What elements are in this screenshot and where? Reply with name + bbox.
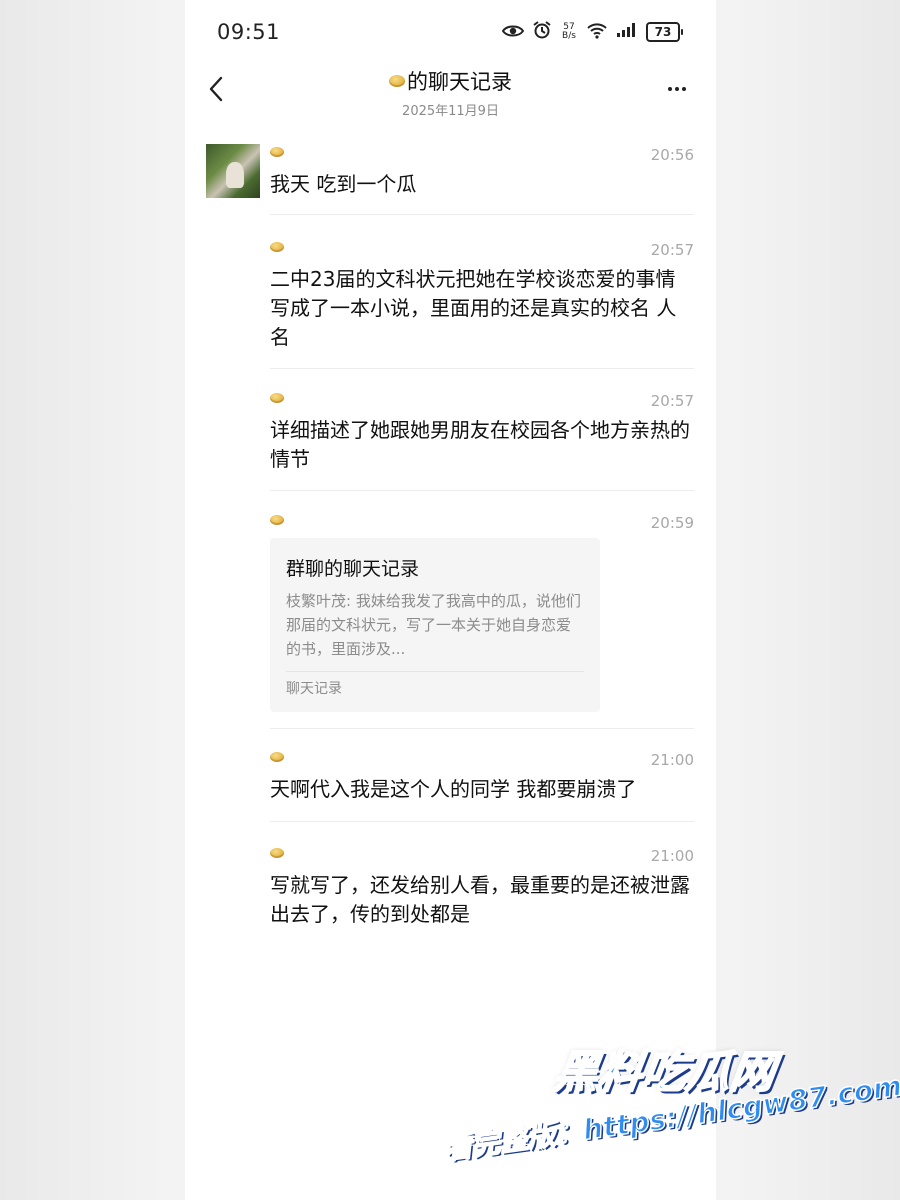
card-title: 群聊的聊天记录 bbox=[286, 558, 420, 580]
phone-screen: 09:51 57 B/s 73 的聊天记录 2025年11月9日 20:56 我… bbox=[185, 0, 716, 1200]
sender-name-emoji-icon bbox=[270, 515, 284, 525]
message-text: 二中23届的文科状元把她在学校谈恋爱的事情写成了一本小说，里面用的还是真实的校名… bbox=[270, 267, 677, 349]
message-time: 20:56 bbox=[650, 146, 694, 164]
sender-name-emoji-icon bbox=[270, 393, 284, 403]
message-time: 21:00 bbox=[650, 847, 694, 865]
sender-name-emoji-icon bbox=[270, 147, 284, 157]
sender-name-emoji-icon bbox=[270, 242, 284, 252]
message-header: 20:57 bbox=[270, 237, 694, 259]
message-header: 20:57 bbox=[270, 388, 694, 410]
signal-icon bbox=[616, 22, 638, 42]
status-icons: 57 B/s 73 bbox=[501, 20, 683, 44]
message-header: 20:56 bbox=[270, 142, 694, 164]
message-divider bbox=[270, 490, 694, 491]
card-footer: 聊天记录 bbox=[286, 681, 342, 697]
page-title: 的聊天记录 bbox=[389, 66, 512, 96]
record-date: 2025年11月9日 bbox=[402, 104, 499, 119]
coin-emoji-icon bbox=[389, 75, 405, 87]
message-time: 20:57 bbox=[650, 241, 694, 259]
chat-record-header: 的聊天记录 2025年11月9日 bbox=[185, 62, 716, 124]
battery-icon: 73 bbox=[646, 22, 683, 42]
message-item: 20:59 bbox=[270, 510, 694, 532]
avatar[interactable] bbox=[206, 144, 260, 198]
message-time: 21:00 bbox=[650, 751, 694, 769]
wifi-icon bbox=[586, 21, 608, 43]
more-dot-icon bbox=[668, 87, 672, 91]
message-divider bbox=[270, 214, 694, 215]
message-time: 20:57 bbox=[650, 392, 694, 410]
message-header: 21:00 bbox=[270, 747, 694, 769]
message-time: 20:59 bbox=[650, 514, 694, 532]
sender-name-emoji-icon bbox=[270, 752, 284, 762]
message-text: 我天 吃到一个瓜 bbox=[270, 172, 417, 196]
status-bar: 09:51 57 B/s 73 bbox=[185, 0, 716, 62]
screenshot-stage: 09:51 57 B/s 73 的聊天记录 2025年11月9日 20:56 我… bbox=[0, 0, 900, 1200]
message-text: 详细描述了她跟她男朋友在校园各个地方亲热的情节 bbox=[270, 418, 690, 471]
message-item[interactable]: 20:57 二中23届的文科状元把她在学校谈恋爱的事情写成了一本小说，里面用的还… bbox=[270, 237, 694, 352]
card-preview: 枝繁叶茂: 我妹给我发了我高中的瓜，说他们那届的文科状元，写了一本关于她自身恋爱… bbox=[286, 592, 581, 658]
more-options-button[interactable] bbox=[660, 76, 694, 102]
page-title-text: 的聊天记录 bbox=[407, 70, 512, 94]
message-item[interactable]: 21:00 天啊代入我是这个人的同学 我都要崩溃了 bbox=[270, 747, 694, 804]
message-divider bbox=[270, 821, 694, 822]
more-dot-icon bbox=[682, 87, 686, 91]
network-speed-unit: B/s bbox=[562, 31, 576, 41]
header-title-block: 的聊天记录 2025年11月9日 bbox=[185, 66, 716, 119]
eye-icon bbox=[501, 23, 525, 42]
message-item[interactable]: 20:56 我天 吃到一个瓜 bbox=[270, 142, 694, 199]
alarm-icon bbox=[532, 20, 552, 44]
message-text: 天啊代入我是这个人的同学 我都要崩溃了 bbox=[270, 777, 637, 801]
message-header: 20:59 bbox=[270, 510, 694, 532]
sender-name-emoji-icon bbox=[270, 848, 284, 858]
message-text: 写就写了，还发给别人看，最重要的是还被泄露出去了，传的到处都是 bbox=[270, 873, 690, 926]
status-time: 09:51 bbox=[217, 20, 281, 44]
more-dot-icon bbox=[675, 87, 679, 91]
network-speed: 57 B/s bbox=[560, 23, 578, 41]
message-header: 21:00 bbox=[270, 843, 694, 865]
message-divider bbox=[270, 728, 694, 729]
message-item[interactable]: 20:57 详细描述了她跟她男朋友在校园各个地方亲热的情节 bbox=[270, 388, 694, 474]
card-divider bbox=[286, 671, 584, 672]
message-item[interactable]: 21:00 写就写了，还发给别人看，最重要的是还被泄露出去了，传的到处都是 bbox=[270, 843, 694, 929]
message-divider bbox=[270, 368, 694, 369]
forwarded-chat-record-card[interactable]: 群聊的聊天记录 枝繁叶茂: 我妹给我发了我高中的瓜，说他们那届的文科状元，写了一… bbox=[270, 538, 600, 712]
